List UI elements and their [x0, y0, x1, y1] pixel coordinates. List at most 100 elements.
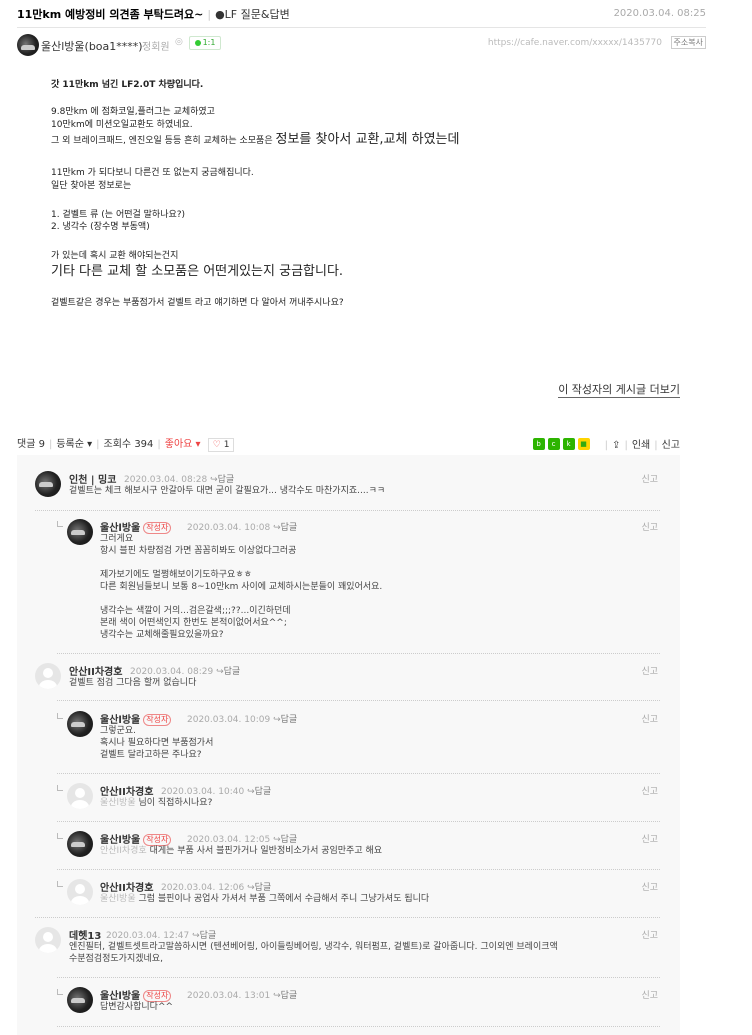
- commenter-nick[interactable]: 인천 | 밍코: [69, 471, 116, 486]
- comment-divider: [57, 700, 660, 701]
- like-count: 1: [223, 440, 230, 450]
- like-button[interactable]: ♡ 1: [207, 438, 235, 452]
- reply-arrow-icon: ↪: [273, 715, 281, 725]
- commenter-nick[interactable]: 데헷13: [69, 927, 101, 942]
- reply-label: 답글: [280, 835, 298, 845]
- commenter-nick[interactable]: 울산l방울 작성자: [100, 711, 172, 726]
- comment-report-button[interactable]: 신고: [641, 928, 658, 941]
- comment-date: 2020.03.04. 08:28: [124, 475, 208, 485]
- reply-indicator-icon: [57, 713, 63, 719]
- reply-arrow-icon: ↪: [216, 667, 224, 677]
- comment-text: 울산l방울 그럼 블핀이나 공업사 가셔서 부품 그쪽에서 수급해서 주니 그냥…: [100, 893, 429, 905]
- commenter-nick[interactable]: 안산II차경호: [100, 783, 153, 798]
- commenter-avatar[interactable]: [67, 711, 93, 737]
- reply-arrow-icon: ↪: [247, 787, 255, 797]
- report-button[interactable]: 신고: [662, 440, 680, 451]
- comment-text-body: 그럼 블핀이나 공업사 가셔서 부품 그쪽에서 수급해서 주니 그냥가셔도 됩니…: [135, 894, 430, 904]
- comment-text: 울산l방울 님이 직접하시나요?: [100, 797, 212, 809]
- commenter-avatar[interactable]: [67, 783, 93, 809]
- comment-date: 2020.03.04. 10:08: [187, 523, 271, 533]
- reply-button[interactable]: ↪답글: [192, 931, 216, 941]
- comment-report-button[interactable]: 신고: [641, 832, 658, 845]
- reply-arrow-icon: ↪: [192, 931, 200, 941]
- comment-divider: [35, 510, 660, 511]
- comment-report-button[interactable]: 신고: [641, 472, 658, 485]
- board-link[interactable]: ●LF 질문&답변: [215, 8, 290, 21]
- keep-share-icon[interactable]: k: [562, 437, 575, 450]
- body-line: 겉벨트같은 경우는 부품점가서 겉벨트 라고 얘기하면 다 알아서 꺼내주시나요…: [51, 298, 344, 308]
- comment-date: 2020.03.04. 08:29: [130, 667, 214, 677]
- share-tools: b c k ■ | ⇪ | 인쇄 | 신고: [530, 433, 680, 451]
- comment-meta: 2020.03.04. 12:05 ↪답글: [187, 832, 297, 845]
- reply-button[interactable]: ↪답글: [273, 991, 297, 1001]
- views-count: 394: [134, 439, 154, 450]
- reply-label: 답글: [217, 475, 235, 485]
- reply-button[interactable]: ↪답글: [273, 715, 297, 725]
- comment-report-button[interactable]: 신고: [641, 988, 658, 1001]
- copy-url-button[interactable]: 주소복사: [670, 36, 706, 49]
- body-line: 일단 찾아본 정보로는: [51, 181, 132, 191]
- like-dropdown[interactable]: 좋아요 ▾: [165, 439, 201, 450]
- comment-report-button[interactable]: 신고: [641, 712, 658, 725]
- memo-share-icon[interactable]: ■: [577, 437, 590, 450]
- commenter-avatar[interactable]: [35, 471, 61, 497]
- mention-link[interactable]: 울산l방울: [100, 798, 136, 808]
- commenter-nick[interactable]: 안산II차경호: [69, 663, 122, 678]
- author-name[interactable]: 울산l방울(boa1****): [41, 38, 143, 54]
- comment-report-button[interactable]: 신고: [641, 520, 658, 533]
- reply-button[interactable]: ↪답글: [247, 883, 271, 893]
- reply-label: 답글: [280, 991, 298, 1001]
- author-avatar[interactable]: [17, 34, 39, 56]
- print-button[interactable]: 인쇄: [632, 440, 650, 451]
- comment-divider: [57, 653, 660, 654]
- comment-meta: 2020.03.04. 10:08 ↪답글: [187, 520, 297, 533]
- body-line-large: 기타 다른 교체 할 소모품은 어떤게있는지 궁금합니다.: [51, 264, 344, 279]
- sort-dropdown[interactable]: 등록순 ▾: [56, 439, 92, 450]
- author-row: 울산l방울(boa1****) 정회원 ◎ 1:1 https://cafe.n…: [17, 34, 706, 56]
- mention-link[interactable]: 울산l방울: [100, 894, 136, 904]
- commenter-avatar[interactable]: [67, 879, 93, 905]
- heart-icon: ♡: [212, 440, 221, 450]
- comment-divider: [57, 1026, 660, 1027]
- body-line: 1. 겉벨트 류 (는 어떤걸 말하나요?): [51, 210, 186, 220]
- commenter-nick[interactable]: 안산II차경호: [100, 879, 153, 894]
- commenter-avatar[interactable]: [67, 831, 93, 857]
- comment-meta: 2020.03.04. 13:01 ↪답글: [187, 988, 297, 1001]
- comment-report-button[interactable]: 신고: [641, 784, 658, 797]
- comment-date: 2020.03.04. 10:40: [161, 787, 245, 797]
- reply-button[interactable]: ↪답글: [273, 835, 297, 845]
- reply-label: 답글: [223, 667, 241, 677]
- comment-date: 2020.03.04. 10:09: [187, 715, 271, 725]
- commenter-avatar[interactable]: [35, 927, 61, 953]
- post-title: 11만km 예방정비 의견좀 부탁드려요~: [17, 8, 204, 21]
- naver-blog-share-icon[interactable]: b: [532, 437, 545, 450]
- reply-label: 답글: [280, 715, 298, 725]
- reply-arrow-icon: ↪: [273, 991, 281, 1001]
- comment-count[interactable]: 댓글 9: [17, 439, 45, 450]
- commenter-avatar[interactable]: [67, 519, 93, 545]
- chat-label: 1:1: [202, 38, 216, 47]
- body-line: 가 있는데 혹시 교환 해야되는건지: [51, 251, 179, 261]
- reply-button[interactable]: ↪답글: [210, 475, 234, 485]
- reply-label: 답글: [280, 523, 298, 533]
- reply-label: 답글: [254, 787, 272, 797]
- commenter-avatar[interactable]: [35, 663, 61, 689]
- more-posts-link[interactable]: 이 작성자의 게시글 더보기: [558, 383, 680, 398]
- reply-button[interactable]: ↪답글: [216, 667, 240, 677]
- commenter-nick[interactable]: 울산l방울 작성자: [100, 987, 172, 1002]
- chat-button[interactable]: 1:1: [189, 36, 221, 50]
- mention-link[interactable]: 안산II차경호: [100, 846, 147, 856]
- reply-button[interactable]: ↪답글: [247, 787, 271, 797]
- comment-report-button[interactable]: 신고: [641, 880, 658, 893]
- commenter-nick[interactable]: 울산l방울 작성자: [100, 519, 172, 534]
- author-grade: 정회원: [142, 42, 170, 53]
- comment-meta: 2020.03.04. 12:47 ↪답글: [106, 928, 216, 941]
- reply-button[interactable]: ↪답글: [273, 523, 297, 533]
- commenter-avatar[interactable]: [67, 987, 93, 1013]
- commenter-nick[interactable]: 울산l방울 작성자: [100, 831, 172, 846]
- reply-indicator-icon: [57, 833, 63, 839]
- share-icon[interactable]: ⇪: [612, 440, 620, 451]
- cafe-share-icon[interactable]: c: [547, 437, 560, 450]
- comment-date: 2020.03.04. 12:05: [187, 835, 271, 845]
- comment-report-button[interactable]: 신고: [641, 664, 658, 677]
